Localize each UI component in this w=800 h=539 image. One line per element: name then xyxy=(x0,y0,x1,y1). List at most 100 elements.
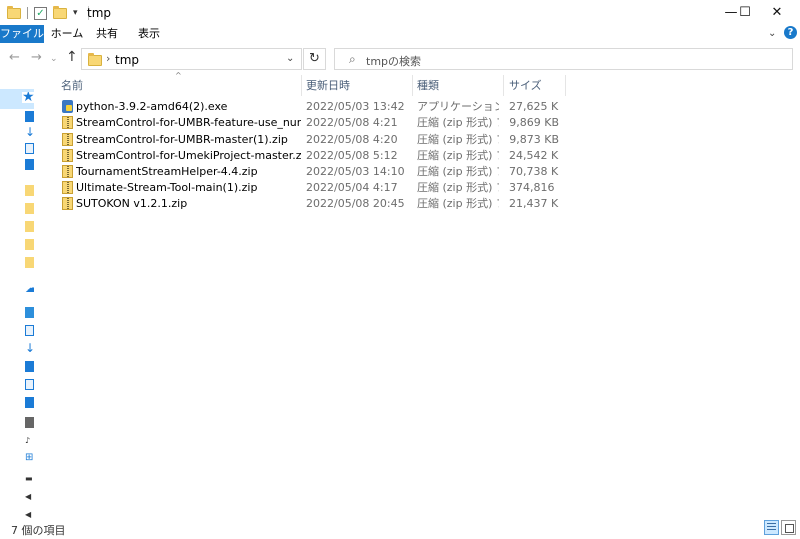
customize-toolbar-icon[interactable]: ▾ xyxy=(73,8,78,18)
file-size: 21,437 KB xyxy=(509,197,559,210)
column-divider[interactable] xyxy=(565,75,566,96)
tab-file[interactable]: ファイル xyxy=(0,25,44,43)
tab-view[interactable]: 表示 xyxy=(132,25,166,43)
file-date: 2022/05/08 20:45 xyxy=(306,197,405,210)
file-row[interactable]: Ultimate-Stream-Tool-main(1).zip 2022/05… xyxy=(55,180,565,196)
file-date: 2022/05/03 14:10 xyxy=(306,165,405,178)
file-row[interactable]: StreamControl-for-UmekiProject-master.zi… xyxy=(55,148,565,164)
file-name: SUTOKON v1.2.1.zip xyxy=(76,197,188,210)
close-button[interactable]: ✕ xyxy=(754,0,800,25)
large-icons-view-icon[interactable] xyxy=(781,520,796,535)
column-header-date[interactable]: 更新日時 xyxy=(306,75,410,96)
onedrive-icon[interactable]: ☁ xyxy=(25,283,34,294)
file-name: python-3.9.2-amd64(2).exe xyxy=(76,100,228,113)
toolbar-separator xyxy=(27,7,28,19)
file-type: 圧縮 (zip 形式) フォ... xyxy=(417,133,499,146)
file-name: Ultimate-Stream-Tool-main(1).zip xyxy=(76,181,258,194)
desktop-icon[interactable] xyxy=(25,111,34,122)
folder-icon[interactable] xyxy=(25,239,34,250)
zip-icon xyxy=(62,133,73,146)
file-row[interactable]: StreamControl-for-UMBR-feature-use_numbe… xyxy=(55,115,565,131)
documents-icon[interactable] xyxy=(25,143,34,154)
drive-icon[interactable]: ▬ xyxy=(25,473,34,484)
column-header-size[interactable]: サイズ xyxy=(509,75,565,96)
folder-icon[interactable] xyxy=(25,203,34,214)
file-row[interactable]: python-3.9.2-amd64(2).exe 2022/05/03 13:… xyxy=(55,99,565,115)
address-dropdown-icon[interactable]: ⌄ xyxy=(286,53,294,64)
file-name: StreamControl-for-UmekiProject-master.zi… xyxy=(76,149,301,162)
column-divider[interactable] xyxy=(503,75,504,96)
downloads-icon[interactable]: ↓ xyxy=(25,343,34,354)
tab-share[interactable]: 共有 xyxy=(90,25,124,43)
folder-icon xyxy=(88,53,102,66)
file-size: 9,873 KB xyxy=(509,133,559,146)
folder-icon[interactable] xyxy=(25,185,34,196)
navigation-bar: ← → ⌄ ↑ › tmp ⌄ ↻ ⌕ tmpの検索 xyxy=(0,46,800,72)
downloads-icon[interactable]: ↓ xyxy=(25,127,34,138)
refresh-button[interactable]: ↻ xyxy=(303,48,326,70)
column-header-name[interactable]: 名前 xyxy=(61,75,299,96)
properties-icon[interactable]: ✓ xyxy=(34,6,47,20)
file-size: 24,542 KB xyxy=(509,149,559,162)
file-type: 圧縮 (zip 形式) フォ... xyxy=(417,165,499,178)
folder-icon[interactable] xyxy=(25,257,34,268)
quick-access-icon[interactable]: ★ xyxy=(22,92,34,103)
file-size: 374,816 KB xyxy=(509,181,559,194)
folder-icon[interactable] xyxy=(25,221,34,232)
zip-icon xyxy=(62,197,73,210)
file-size: 9,869 KB xyxy=(509,116,559,129)
ribbon-tabs: ファイル ホーム 共有 表示 ⌄ ? xyxy=(0,25,800,43)
zip-icon xyxy=(62,165,73,178)
file-date: 2022/05/03 13:42 xyxy=(306,100,405,113)
forward-button[interactable]: → xyxy=(31,50,42,65)
breadcrumb-separator-icon[interactable]: › xyxy=(106,52,110,65)
exe-icon xyxy=(62,100,73,113)
file-type: 圧縮 (zip 形式) フォ... xyxy=(417,116,499,129)
column-header-type[interactable]: 種類 xyxy=(417,75,501,96)
file-row[interactable]: StreamControl-for-UMBR-master(1).zip 202… xyxy=(55,132,565,148)
window-title: tmp xyxy=(87,6,112,20)
file-row[interactable]: TournamentStreamHelper-4.4.zip 2022/05/0… xyxy=(55,164,565,180)
search-input[interactable]: ⌕ tmpの検索 xyxy=(334,48,793,70)
file-date: 2022/05/04 4:17 xyxy=(306,181,398,194)
column-divider[interactable] xyxy=(412,75,413,96)
file-size: 70,738 KB xyxy=(509,165,559,178)
up-button[interactable]: ↑ xyxy=(66,49,78,65)
details-view-icon[interactable] xyxy=(764,520,779,535)
search-icon: ⌕ xyxy=(349,52,356,66)
back-button[interactable]: ← xyxy=(9,50,20,65)
column-divider[interactable] xyxy=(301,75,302,96)
file-type: 圧縮 (zip 形式) フォ... xyxy=(417,149,499,162)
file-name: StreamControl-for-UMBR-master(1).zip xyxy=(76,133,288,146)
zip-icon xyxy=(62,116,73,129)
3d-objects-icon[interactable] xyxy=(25,325,34,336)
new-folder-icon[interactable] xyxy=(53,5,67,19)
navigation-pane[interactable]: ★ ↓ ☁ ↓ ♪ ⊞ ▬ ◀ ◀ xyxy=(0,77,34,520)
file-row[interactable]: SUTOKON v1.2.1.zip 2022/05/08 20:45 圧縮 (… xyxy=(55,196,565,212)
file-date: 2022/05/08 5:12 xyxy=(306,149,398,162)
file-date: 2022/05/08 4:21 xyxy=(306,116,398,129)
expand-ribbon-icon[interactable]: ⌄ xyxy=(768,28,776,39)
breadcrumb-tmp[interactable]: tmp xyxy=(115,53,139,67)
documents-icon[interactable] xyxy=(25,379,34,390)
file-type: アプリケーション xyxy=(417,100,499,113)
title-bar: ✓ ▾ tmp — ☐ ✕ xyxy=(0,0,800,25)
pictures-icon[interactable] xyxy=(25,159,34,170)
this-pc-icon[interactable] xyxy=(25,307,34,318)
folder-icon xyxy=(7,5,21,19)
tab-home[interactable]: ホーム xyxy=(48,25,86,43)
address-bar[interactable]: › tmp ⌄ xyxy=(81,48,302,70)
windows-drive-icon[interactable]: ⊞ xyxy=(25,453,34,464)
recent-locations-icon[interactable]: ⌄ xyxy=(50,54,58,64)
help-icon[interactable]: ? xyxy=(784,26,797,39)
videos-icon[interactable] xyxy=(25,417,34,428)
file-name: StreamControl-for-UMBR-feature-use_numbe… xyxy=(76,116,301,129)
drive-icon[interactable]: ◀ xyxy=(25,491,34,502)
desktop-icon[interactable] xyxy=(25,361,34,372)
quick-access-toolbar: ✓ ▾ xyxy=(7,5,89,21)
music-icon[interactable]: ♪ xyxy=(25,435,34,446)
zip-icon xyxy=(62,149,73,162)
pictures-icon[interactable] xyxy=(25,397,34,408)
network-icon[interactable]: ◀ xyxy=(25,509,34,520)
file-size: 27,625 KB xyxy=(509,100,559,113)
